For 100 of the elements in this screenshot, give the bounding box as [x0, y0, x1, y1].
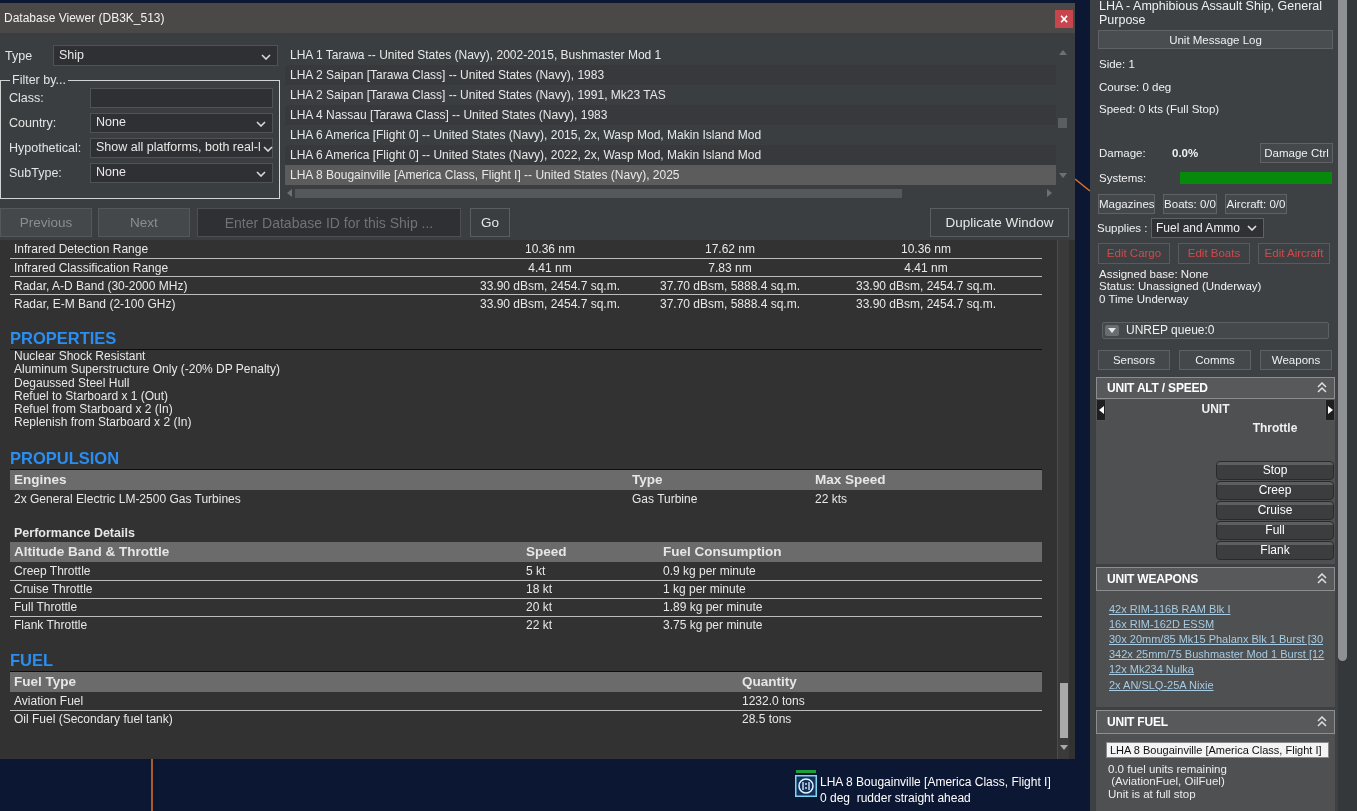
- list-item[interactable]: LHA 6 America [Flight 0] -- United States (Navy), 2015, 2x, Wasp Mod, Makin Island Mod: [285, 125, 1056, 145]
- type-dropdown[interactable]: Ship: [53, 45, 278, 66]
- panel-tab-button[interactable]: Weapons: [1260, 349, 1332, 370]
- table-cell-text: 4.41 nm: [903, 260, 949, 275]
- column-header: Engines: [13, 472, 68, 487]
- throttle-button[interactable]: Cruise: [1216, 500, 1334, 520]
- chevron-down-icon: [262, 146, 273, 152]
- subsection-title: Performance Details: [13, 525, 136, 540]
- field-label: Class:: [9, 91, 45, 105]
- unrep-label: UNREP queue:0: [1126, 323, 1215, 337]
- table-cell-text: 10.36 nm: [523, 242, 576, 256]
- group-legend: Filter by...: [10, 73, 68, 87]
- weapon-link[interactable]: 342x 25mm/75 Bushmaster Mod 1 Burst [12: [1109, 647, 1335, 663]
- table-cell-text: 4.41 nm: [527, 260, 573, 275]
- status-text: Assigned base: None: [1098, 267, 1210, 280]
- property-item: Replenish from Starboard x 2 (In): [13, 416, 193, 430]
- column-header: Fuel Consumption: [662, 544, 783, 559]
- column-header: Fuel Type: [13, 674, 77, 689]
- list-item[interactable]: LHA 2 Saipan [Tarawa Class] -- United States (Navy), 1983: [285, 65, 1056, 85]
- table-cell-text: 33.90 dBsm, 2454.7 sq.m.: [854, 278, 998, 293]
- scrollbar-thumb[interactable]: [295, 188, 902, 198]
- section-heading: PROPULSION: [10, 449, 1042, 470]
- table-cell-text: 18 kt: [525, 582, 553, 596]
- unit-name-field[interactable]: LHA 8 Bougainville [America Class, Flight I]: [1106, 741, 1329, 758]
- column-header: Quantity: [741, 674, 798, 689]
- duplicate-window-button[interactable]: Duplicate Window: [930, 208, 1069, 237]
- table-cell-text: 0.9 kg per minute: [662, 563, 757, 578]
- throttle-button[interactable]: Full: [1216, 520, 1334, 540]
- property-item: Refuel from Starboard x 2 (In): [13, 403, 174, 417]
- database-id-field[interactable]: Enter Database ID for this Ship ...: [197, 208, 461, 237]
- chevron-down-icon: [261, 54, 271, 60]
- close-button[interactable]: ×: [1055, 10, 1073, 28]
- table-cell-text: Gas Turbine: [631, 491, 699, 506]
- panel-button[interactable]: Aircraft: 0/0: [1225, 193, 1287, 214]
- info-text: Speed: 0 kts (Full Stop): [1098, 102, 1221, 117]
- filter-dropdown[interactable]: Show all platforms, both real-l: [90, 138, 273, 158]
- caret-right-icon: [1327, 405, 1333, 414]
- damage-value: 0.0%: [1172, 146, 1200, 159]
- text-field[interactable]: [90, 88, 273, 108]
- supplies-label: Supplies :: [1096, 221, 1149, 234]
- damage-control-button[interactable]: Damage Ctrl: [1260, 142, 1333, 163]
- table-cell-text: Cruise Throttle: [13, 582, 94, 596]
- table-cell-text: 20 kt: [525, 600, 553, 614]
- weapon-link[interactable]: 42x RIM-116B RAM Blk I: [1109, 601, 1335, 617]
- table-cell-text: 37.70 dBsm, 5888.4 sq.m.: [658, 278, 802, 293]
- scroll-right-button[interactable]: [1325, 398, 1335, 421]
- table-cell-text: 28.5 tons: [741, 712, 793, 726]
- filter-dropdown[interactable]: None: [90, 113, 273, 133]
- table-cell-text: 5 kt: [525, 563, 547, 578]
- unit-title: LHA - Amphibious Assault Ship, General Purpose: [1098, 0, 1324, 27]
- table-cell-text: Infrared Classification Range: [13, 260, 170, 275]
- table-cell-text: 17.62 nm: [703, 242, 756, 256]
- table-cell-text: Oil Fuel (Secondary fuel tank): [13, 712, 174, 726]
- table-cell-text: 1 kg per minute: [662, 582, 747, 596]
- table-cell-text: 33.90 dBsm, 2454.7 sq.m.: [478, 278, 622, 293]
- list-item[interactable]: LHA 4 Nassau [Tarawa Class] -- United States (Navy), 1983: [285, 105, 1056, 125]
- list-item[interactable]: LHA 6 America [Flight 0] -- United States (Navy), 2022, 2x, Wasp Mod, Makin Island Mod: [285, 145, 1056, 165]
- scrollbar-thumb[interactable]: [1059, 683, 1068, 738]
- scrollbar-thumb[interactable]: [1338, 0, 1347, 661]
- panel-button[interactable]: Magazines: [1098, 193, 1155, 214]
- panel-button[interactable]: Boats: 0/0: [1163, 193, 1217, 214]
- table-cell-text: 33.90 dBsm, 2454.7 sq.m.: [854, 296, 998, 311]
- weapon-link[interactable]: 30x 20mm/85 Mk15 Phalanx Blk 1 Burst [30: [1109, 631, 1335, 648]
- status-text: 0 Time Underway: [1098, 292, 1190, 305]
- panel-tab-button[interactable]: Comms: [1179, 349, 1251, 370]
- section-header[interactable]: UNIT WEAPONS: [1096, 566, 1335, 591]
- triangle-down-icon: [1058, 173, 1067, 178]
- supplies-dropdown[interactable]: Fuel and Ammo: [1151, 217, 1264, 238]
- throttle-button[interactable]: Flank: [1216, 540, 1334, 560]
- go-button[interactable]: Go: [470, 208, 510, 237]
- table-cell-text: 22 kts: [814, 491, 848, 506]
- list-item[interactable]: LHA 1 Tarawa -- United States (Navy), 2002-2015, Bushmaster Mod 1: [285, 45, 1056, 65]
- table-cell-text: Radar, A-D Band (30-2000 MHz): [13, 278, 189, 293]
- throttle-button[interactable]: Creep: [1216, 480, 1334, 500]
- field-label: SubType:: [9, 166, 63, 180]
- message-log-button[interactable]: Unit Message Log: [1098, 30, 1333, 49]
- weapon-link[interactable]: 12x Mk234 Nulka: [1109, 662, 1335, 678]
- weapon-link[interactable]: 2x AN/SLQ-25A Nixie: [1109, 677, 1335, 693]
- table-cell-text: 1232.0 tons: [741, 693, 806, 708]
- list-item[interactable]: LHA 8 Bougainville [America Class, Flight I] -- United States (Navy), 2025: [285, 165, 1056, 185]
- systems-label: Systems:: [1098, 171, 1148, 184]
- column-header: Type: [631, 472, 664, 487]
- table-cell-text: 37.70 dBsm, 5888.4 sq.m.: [658, 296, 802, 311]
- window-title: Database Viewer (DB3K_513): [4, 11, 165, 25]
- panel-tab-button[interactable]: Sensors: [1098, 349, 1170, 370]
- route-line: [1074, 178, 1091, 192]
- throttle-button[interactable]: Stop: [1216, 460, 1334, 480]
- unit-status-label: 0 deg rudder straight ahead: [820, 790, 972, 806]
- scrollbar-thumb[interactable]: [1058, 118, 1067, 128]
- scroll-left-button[interactable]: [1096, 398, 1106, 421]
- table-cell-text: Infrared Detection Range: [13, 242, 150, 256]
- weapon-link[interactable]: 16x RIM-162D ESSM: [1109, 616, 1335, 632]
- filter-dropdown[interactable]: None: [90, 163, 273, 183]
- list-item[interactable]: LHA 2 Saipan [Tarawa Class] -- United States (Navy), 1991, Mk23 TAS: [285, 85, 1056, 105]
- section-header[interactable]: UNIT ALT / SPEED: [1096, 376, 1335, 399]
- column-header: Altitude Band & Throttle: [13, 544, 171, 559]
- section-header[interactable]: UNIT FUEL: [1096, 709, 1335, 734]
- status-text: Status: Unassigned (Underway): [1098, 280, 1263, 293]
- unit-name-label: LHA 8 Bougainville [America Class, Flight I]: [820, 774, 1051, 790]
- caret-left-icon: [1098, 405, 1104, 414]
